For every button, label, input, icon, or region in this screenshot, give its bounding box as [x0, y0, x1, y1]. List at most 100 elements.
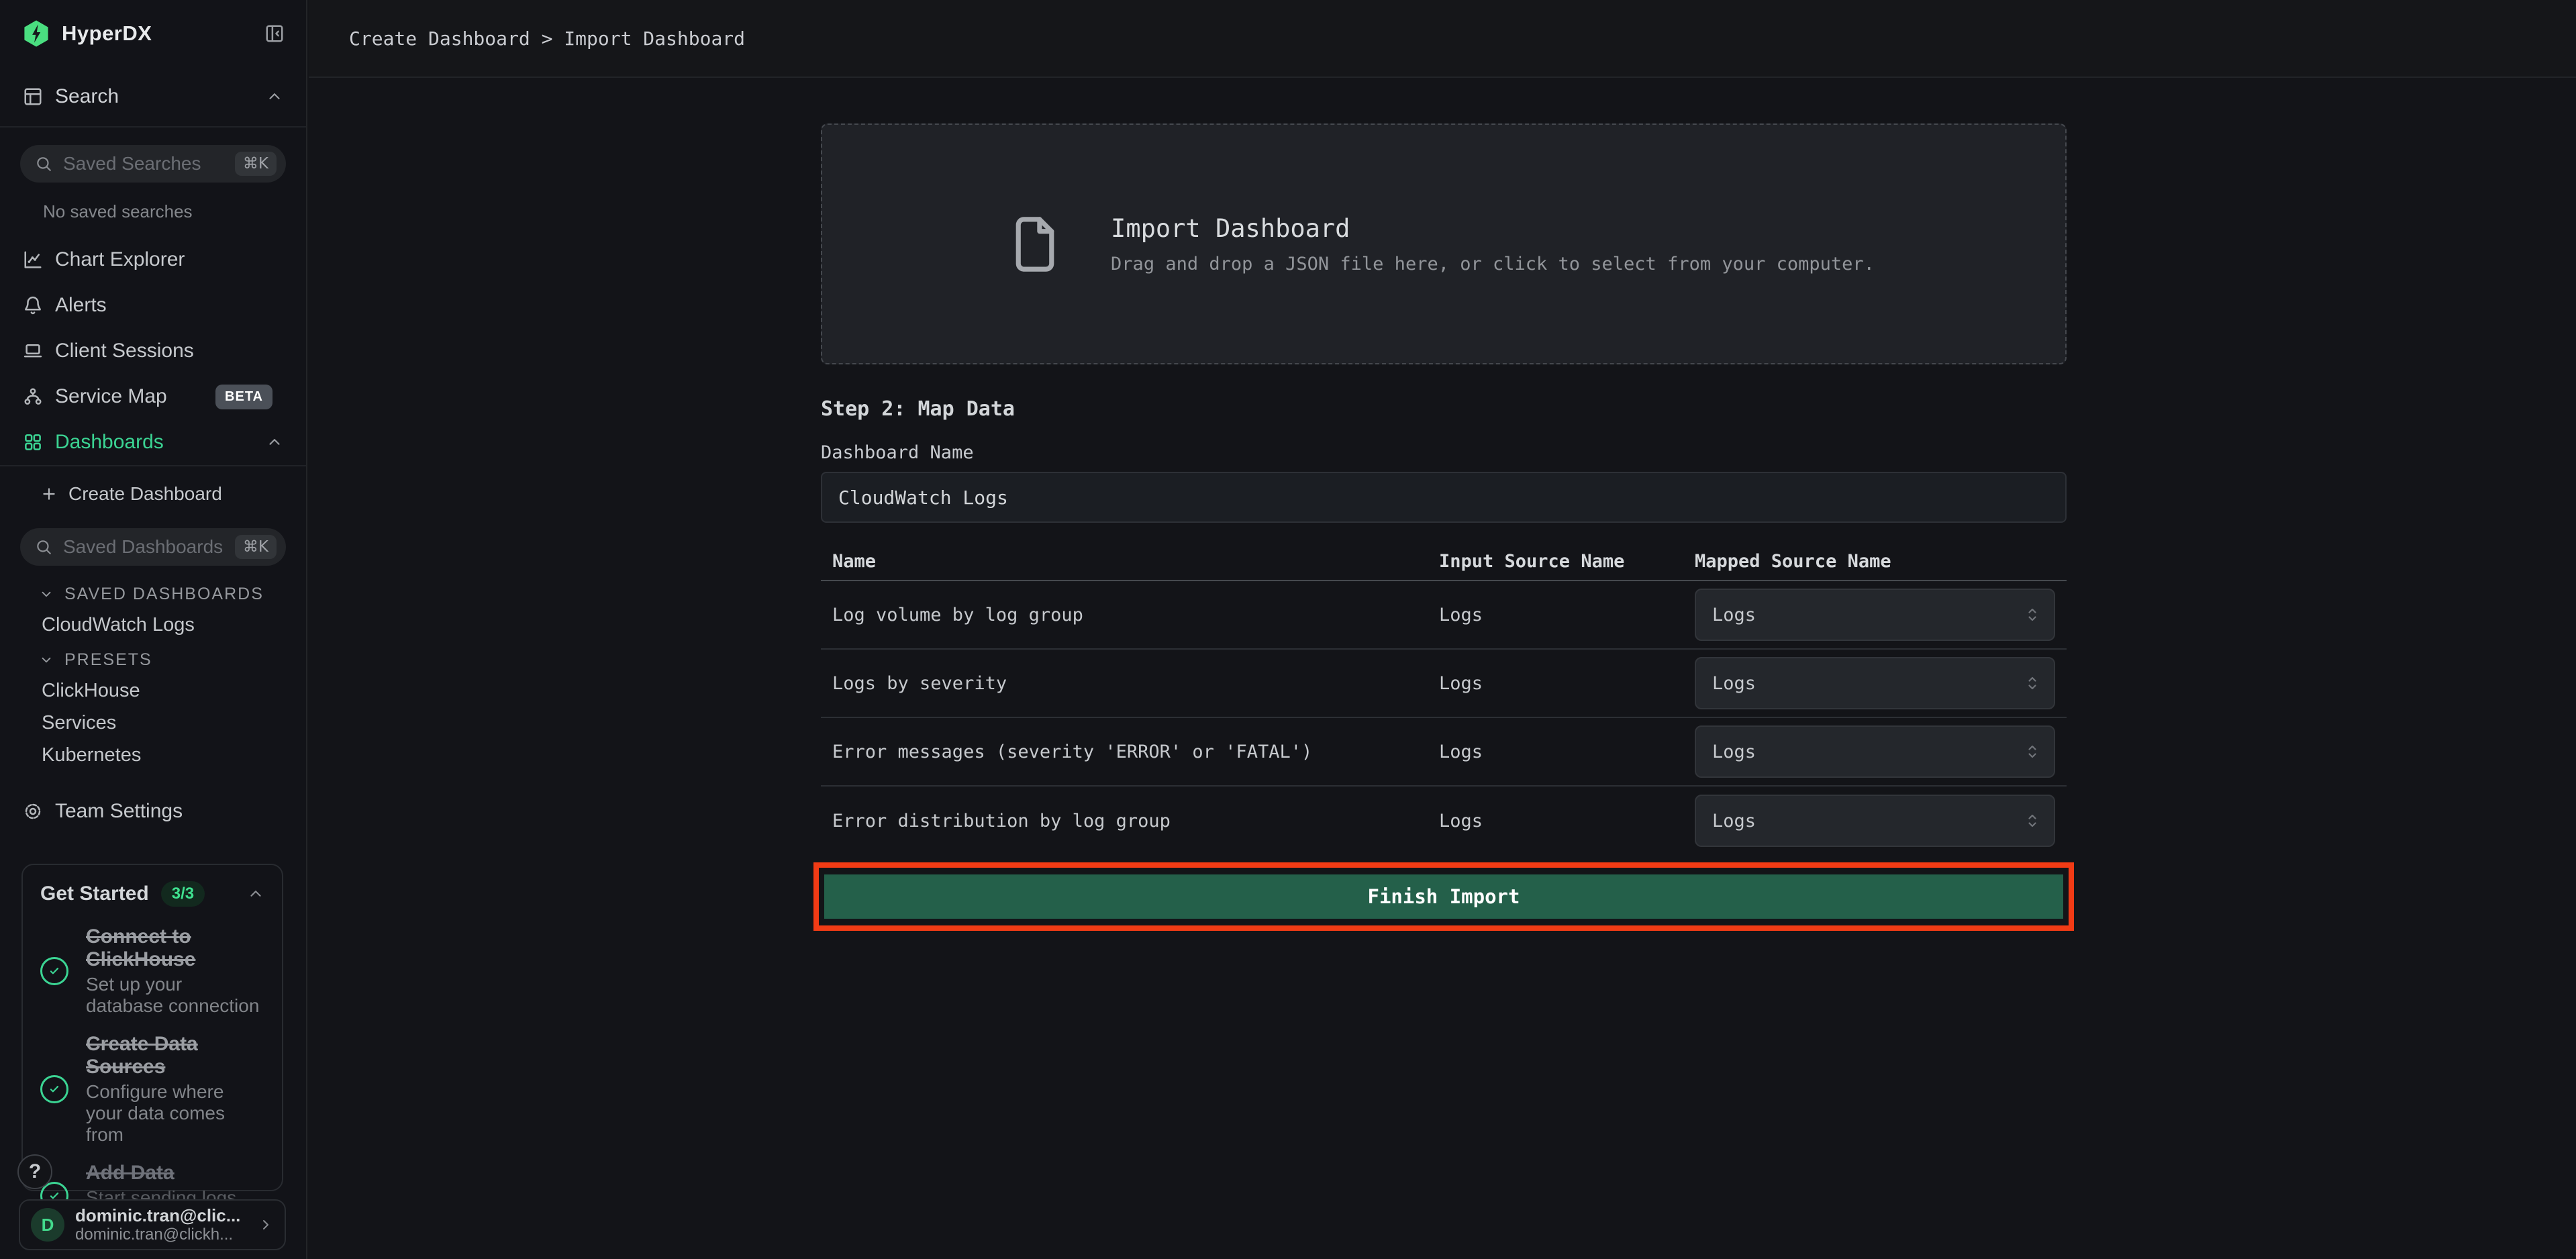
group-label: PRESETS: [64, 650, 152, 670]
create-dashboard-button[interactable]: Create Dashboard: [0, 472, 306, 516]
user-email: dominic.tran@clickh...: [75, 1225, 240, 1244]
get-started-item-connect[interactable]: Connect to ClickHouse Set up your databa…: [40, 925, 264, 1017]
chevron-up-icon: [266, 88, 283, 105]
shortcut-badge: ⌘K: [235, 152, 277, 176]
get-started-item-sources[interactable]: Create Data Sources Configure where your…: [40, 1033, 264, 1146]
tree-item-label: Kubernetes: [42, 744, 141, 766]
file-icon: [1013, 215, 1057, 274]
laptop-icon: [23, 341, 43, 361]
sidebar-item-dashboards[interactable]: Dashboards: [0, 419, 306, 465]
group-label: SAVED DASHBOARDS: [64, 585, 264, 604]
mapped-source-select[interactable]: Logs: [1695, 657, 2055, 709]
sidebar-item-clickhouse[interactable]: ClickHouse: [0, 674, 306, 707]
search-icon: [35, 155, 52, 172]
chart-name: Logs by severity: [821, 673, 1439, 694]
bell-icon: [23, 295, 43, 315]
selected-option: Logs: [1712, 811, 1756, 832]
select-chevrons-icon: [2024, 673, 2040, 693]
check-circle-icon: [40, 1075, 68, 1103]
import-dashboard-content: Import Dashboard Drag and drop a JSON fi…: [821, 79, 2067, 1259]
annotation-highlight-box: Finish Import: [813, 862, 2074, 931]
select-chevrons-icon: [2024, 742, 2040, 762]
mapped-source-select[interactable]: Logs: [1695, 589, 2055, 641]
dashboard-name-input[interactable]: [821, 472, 2067, 523]
mapped-source-select[interactable]: Logs: [1695, 795, 2055, 847]
nav-label: Chart Explorer: [55, 248, 185, 271]
check-circle-icon: [40, 957, 68, 985]
tree-item-label: CloudWatch Logs: [42, 614, 195, 636]
chevron-down-icon: [39, 587, 54, 601]
hyperdx-logo-icon: [21, 19, 51, 48]
saved-dashboards-input[interactable]: Saved Dashboards ⌘K: [20, 528, 286, 566]
input-source-value: Logs: [1439, 811, 1695, 832]
user-menu[interactable]: D dominic.tran@clic... dominic.tran@clic…: [19, 1199, 286, 1250]
table-header-row: Name Input Source Name Mapped Source Nam…: [821, 542, 2067, 581]
sidebar-item-team-settings[interactable]: Team Settings: [0, 789, 306, 834]
team-settings-label: Team Settings: [55, 800, 183, 823]
mapping-table: Name Input Source Name Mapped Source Nam…: [821, 542, 2067, 855]
finish-import-button[interactable]: Finish Import: [824, 874, 2063, 919]
sidebar-item-client-sessions[interactable]: Client Sessions: [0, 328, 306, 374]
table-row: Error messages (severity 'ERROR' or 'FAT…: [821, 718, 2067, 787]
beta-badge: BETA: [215, 385, 273, 409]
saved-dashboards-group[interactable]: SAVED DASHBOARDS: [0, 579, 306, 609]
dropzone-title: Import Dashboard: [1111, 214, 1875, 243]
json-dropzone[interactable]: Import Dashboard Drag and drop a JSON fi…: [821, 123, 2067, 364]
column-header-name: Name: [821, 551, 1439, 572]
tree-item-label: ClickHouse: [42, 680, 140, 702]
sidebar-item-kubernetes[interactable]: Kubernetes: [0, 739, 306, 771]
divider: [0, 465, 306, 466]
table-row: Log volume by log group Logs Logs: [821, 581, 2067, 650]
selected-option: Logs: [1712, 742, 1756, 762]
input-source-value: Logs: [1439, 742, 1695, 762]
line-chart-icon: [23, 250, 43, 270]
get-started-item-title: Create Data Sources: [86, 1033, 264, 1078]
shortcut-badge: ⌘K: [235, 535, 277, 559]
get-started-card: Get Started 3/3 Connect to ClickHouse Se…: [21, 864, 283, 1191]
sidebar-item-cloudwatch-logs[interactable]: CloudWatch Logs: [0, 609, 306, 641]
nav-label: Client Sessions: [55, 340, 194, 362]
search-icon: [35, 538, 52, 556]
avatar: D: [31, 1208, 64, 1242]
search-section-label: Search: [55, 85, 119, 108]
app-title: HyperDX: [62, 21, 152, 46]
dashboards-tree: SAVED DASHBOARDS CloudWatch Logs PRESETS…: [0, 579, 306, 771]
chevron-up-icon: [266, 434, 283, 451]
saved-dashboards-placeholder: Saved Dashboards: [63, 536, 223, 558]
sidebar-item-search[interactable]: Search: [0, 67, 306, 128]
tree-item-label: Services: [42, 712, 116, 734]
column-header-mapped-source: Mapped Source Name: [1695, 551, 2067, 572]
user-texts: dominic.tran@clic... dominic.tran@clickh…: [75, 1205, 240, 1244]
sidebar-item-alerts[interactable]: Alerts: [0, 283, 306, 328]
selected-option: Logs: [1712, 605, 1756, 625]
app-logo[interactable]: HyperDX: [0, 0, 306, 67]
sidebar-collapse-icon[interactable]: [264, 23, 285, 44]
nav-label: Dashboards: [55, 431, 164, 454]
sidebar-item-services[interactable]: Services: [0, 707, 306, 739]
sidebar-item-service-map[interactable]: Service Map BETA: [0, 374, 306, 419]
chevron-up-icon: [247, 885, 264, 903]
plus-icon: [40, 485, 58, 503]
mapped-source-select[interactable]: Logs: [1695, 725, 2055, 778]
nav-label: Alerts: [55, 294, 107, 317]
sidebar: HyperDX Search Saved Searches ⌘K No save…: [0, 0, 307, 1259]
no-saved-searches-text: No saved searches: [43, 201, 306, 222]
get-started-header[interactable]: Get Started 3/3: [40, 878, 264, 909]
table-row: Error distribution by log group Logs Log…: [821, 787, 2067, 855]
get-started-item-title: Connect to ClickHouse: [86, 925, 264, 971]
create-dashboard-label: Create Dashboard: [68, 483, 222, 505]
input-source-value: Logs: [1439, 605, 1695, 625]
saved-searches-input[interactable]: Saved Searches ⌘K: [20, 145, 286, 183]
sidebar-item-chart-explorer[interactable]: Chart Explorer: [0, 237, 306, 283]
presets-group[interactable]: PRESETS: [0, 645, 306, 674]
grid-icon: [23, 432, 43, 452]
input-source-value: Logs: [1439, 673, 1695, 694]
chevron-down-icon: [39, 652, 54, 667]
dashboard-name-label: Dashboard Name: [821, 442, 974, 463]
get-started-progress-badge: 3/3: [161, 881, 205, 907]
panels-icon: [23, 87, 43, 107]
dropzone-text: Import Dashboard Drag and drop a JSON fi…: [1111, 214, 1875, 274]
help-button[interactable]: ?: [17, 1154, 52, 1189]
chevron-right-icon: [258, 1217, 274, 1233]
step-heading: Step 2: Map Data: [821, 397, 1015, 421]
